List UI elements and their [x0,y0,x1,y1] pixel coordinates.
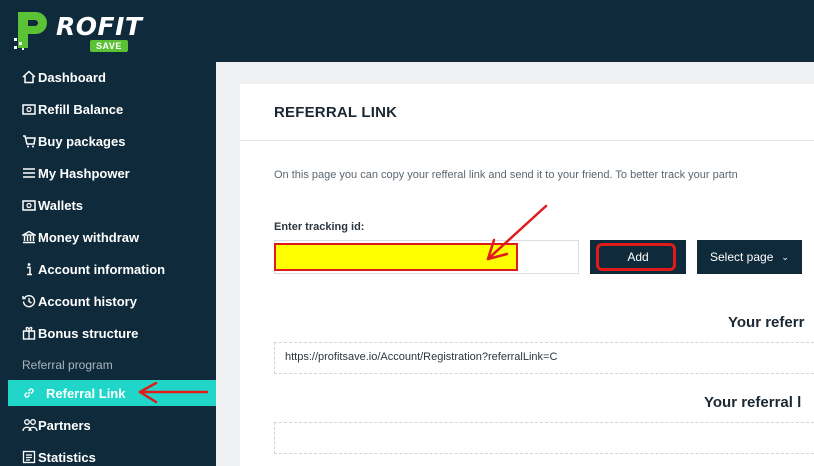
brand-word: ROFIT [56,12,143,41]
sidebar-item-label: Dashboard [38,69,106,85]
wallet-icon [0,102,38,116]
add-button-annotation [596,243,676,271]
gift-icon [0,326,38,340]
sidebar-item-label: Statistics [38,449,96,465]
sidebar-item-account-information[interactable]: Account information [0,256,216,282]
wallet-icon [0,198,38,212]
sidebar-item-label: Account history [38,293,137,309]
sidebar-item-label: Referral Link [46,385,126,401]
info-icon [0,262,38,276]
sidebar-item-label: Buy packages [38,133,126,149]
sidebar-item-label: Bonus structure [38,325,139,341]
sidebar-item-money-withdraw[interactable]: Money withdraw [0,224,216,250]
sidebar-item-label: Account information [38,261,166,277]
sidebar-item-label: Money withdraw [38,229,140,245]
sidebar: Dashboard Refill Balance Buy packages My… [0,62,216,466]
sidebar-item-label: Partners [38,417,91,433]
top-bar: ROFIT SAVE [0,0,814,62]
sidebar-item-referral-link[interactable]: Referral Link [8,380,216,406]
select-page-label: Select page [710,250,774,264]
sidebar-item-partners[interactable]: Partners [0,412,216,438]
sidebar-item-label: My Hashpower [38,165,130,181]
cart-icon [0,134,38,148]
title-divider [240,140,814,141]
sidebar-item-account-history[interactable]: Account history [0,288,216,314]
sidebar-item-label: Refill Balance [38,101,124,117]
sidebar-item-buy-packages[interactable]: Buy packages [0,128,216,154]
referral-card: REFERRAL LINK On this page you can copy … [240,84,814,466]
link-icon [8,386,46,400]
sidebar-item-refill-balance[interactable]: Refill Balance [0,96,216,122]
history-icon [0,294,38,308]
referral-link-heading-secondary: Your referral l [704,394,802,411]
brand-badge: SAVE [90,40,128,52]
sidebar-item-my-hashpower[interactable]: My Hashpower [0,160,216,186]
tracking-id-highlight[interactable] [274,243,518,271]
chevron-down-icon: ⌄ [781,251,789,262]
tracking-id-label: Enter tracking id: [274,221,365,233]
sidebar-item-label: Wallets [38,197,84,213]
sidebar-item-bonus-structure[interactable]: Bonus structure [0,320,216,346]
statistics-icon [0,450,38,464]
sidebar-section-label: Referral program [22,358,113,372]
list-icon [0,166,38,180]
referral-link-field[interactable]: https://profitsave.io/Account/Registrati… [274,342,814,374]
sidebar-item-wallets[interactable]: Wallets [0,192,216,218]
brand-logo[interactable]: ROFIT SAVE [12,8,142,56]
select-page-dropdown[interactable]: Select page ⌄ [697,240,802,274]
sidebar-item-dashboard[interactable]: Dashboard [0,64,216,90]
page-description: On this page you can copy your refferal … [274,169,738,181]
home-icon [0,70,38,84]
logo-mark-icon [14,12,47,50]
referral-link-field-secondary[interactable] [274,422,814,454]
sidebar-item-statistics[interactable]: Statistics [0,444,216,466]
bank-icon [0,230,38,244]
partners-icon [0,418,38,432]
page-title: REFERRAL LINK [274,104,398,121]
referral-link-heading: Your referr [728,314,805,331]
